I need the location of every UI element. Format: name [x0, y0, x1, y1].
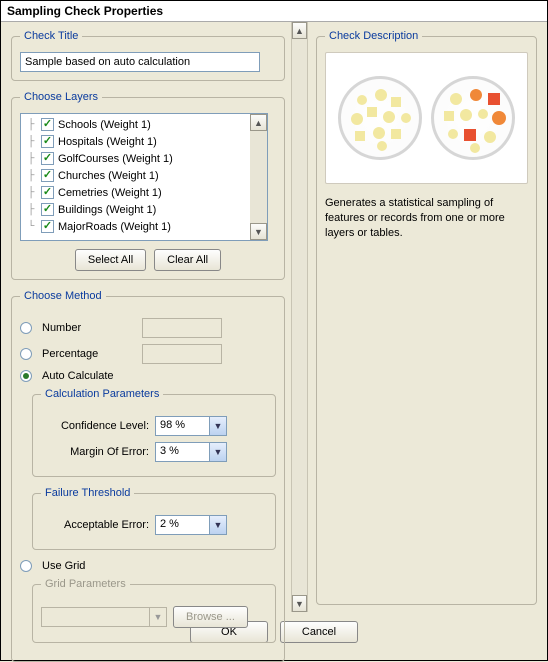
- radio-use-grid[interactable]: [20, 560, 32, 572]
- layer-list[interactable]: ├ Schools (Weight 1) ├ Hospitals (Weight 1)…: [20, 113, 268, 241]
- check-description-legend: Check Description: [325, 30, 422, 42]
- window-title: Sampling Check Properties: [1, 1, 547, 22]
- layer-checkbox[interactable]: [41, 186, 54, 199]
- layer-checkbox[interactable]: [41, 152, 54, 165]
- grid-params-legend: Grid Parameters: [41, 578, 130, 590]
- check-title-legend: Check Title: [20, 30, 82, 42]
- confidence-level-value: 98 %: [156, 417, 209, 435]
- layer-row[interactable]: ├ GolfCourses (Weight 1): [21, 150, 250, 167]
- layer-row[interactable]: ├ Churches (Weight 1): [21, 167, 250, 184]
- tree-line-icon: └: [25, 221, 37, 233]
- tree-line-icon: ├: [25, 153, 37, 165]
- scroll-down-icon[interactable]: ▼: [250, 223, 267, 240]
- choose-method-group: Choose Method Number Percentage Auto Cal…: [11, 290, 285, 662]
- check-title-group: Check Title: [11, 30, 285, 81]
- select-all-button[interactable]: Select All: [75, 249, 146, 271]
- failure-threshold-legend: Failure Threshold: [41, 487, 134, 499]
- layer-row[interactable]: ├ Cemetries (Weight 1): [21, 184, 250, 201]
- layer-label: Schools (Weight 1): [58, 119, 151, 131]
- layer-checkbox[interactable]: [41, 169, 54, 182]
- browse-button: Browse ...: [173, 606, 248, 628]
- layer-list-scrollbar[interactable]: ▲ ▼: [250, 114, 267, 240]
- margin-of-error-label: Margin Of Error:: [41, 446, 149, 458]
- failure-threshold-group: Failure Threshold Acceptable Error: 2 % …: [32, 487, 276, 550]
- chevron-down-icon[interactable]: ▼: [209, 417, 226, 435]
- tree-line-icon: ├: [25, 119, 37, 131]
- confidence-level-combo[interactable]: 98 % ▼: [155, 416, 227, 436]
- scroll-up-icon[interactable]: ▲: [292, 22, 307, 39]
- choose-layers-legend: Choose Layers: [20, 91, 102, 103]
- layer-row[interactable]: └ MajorRoads (Weight 1): [21, 218, 250, 235]
- radio-use-grid-label: Use Grid: [42, 560, 85, 572]
- check-description-text: Generates a statistical sampling of feat…: [325, 196, 528, 241]
- acceptable-error-value: 2 %: [156, 516, 209, 534]
- layer-row[interactable]: ├ Schools (Weight 1): [21, 116, 250, 133]
- tree-line-icon: ├: [25, 170, 37, 182]
- scroll-down-icon[interactable]: ▼: [292, 595, 307, 612]
- radio-auto-calculate-label: Auto Calculate: [42, 370, 114, 382]
- radio-number-label: Number: [42, 322, 132, 334]
- layer-checkbox[interactable]: [41, 220, 54, 233]
- layer-label: MajorRoads (Weight 1): [58, 221, 171, 233]
- calc-params-legend: Calculation Parameters: [41, 388, 163, 400]
- chevron-down-icon[interactable]: ▼: [209, 516, 226, 534]
- percentage-input: [142, 344, 222, 364]
- radio-percentage-label: Percentage: [42, 348, 132, 360]
- layer-label: GolfCourses (Weight 1): [58, 153, 173, 165]
- cancel-button[interactable]: Cancel: [280, 621, 358, 643]
- main-scrollbar[interactable]: ▲ ▼: [291, 22, 308, 612]
- description-illustration: [325, 52, 528, 184]
- layer-row[interactable]: ├ Hospitals (Weight 1): [21, 133, 250, 150]
- clear-all-button[interactable]: Clear All: [154, 249, 221, 271]
- grid-combo: ▼: [41, 607, 167, 627]
- check-title-input[interactable]: [20, 52, 260, 72]
- layer-label: Cemetries (Weight 1): [58, 187, 162, 199]
- layer-label: Hospitals (Weight 1): [58, 136, 157, 148]
- acceptable-error-combo[interactable]: 2 % ▼: [155, 515, 227, 535]
- layer-label: Buildings (Weight 1): [58, 204, 156, 216]
- scroll-up-icon[interactable]: ▲: [250, 114, 267, 131]
- confidence-level-label: Confidence Level:: [41, 420, 149, 432]
- number-input: [142, 318, 222, 338]
- margin-of-error-combo[interactable]: 3 % ▼: [155, 442, 227, 462]
- radio-auto-calculate[interactable]: [20, 370, 32, 382]
- choose-layers-group: Choose Layers ├ Schools (Weight 1) ├ Hospit…: [11, 91, 285, 280]
- grid-parameters-group: Grid Parameters ▼ Browse ...: [32, 578, 276, 643]
- chevron-down-icon: ▼: [149, 608, 166, 626]
- layer-checkbox[interactable]: [41, 118, 54, 131]
- acceptable-error-label: Acceptable Error:: [41, 519, 149, 531]
- radio-percentage[interactable]: [20, 348, 32, 360]
- chevron-down-icon[interactable]: ▼: [209, 443, 226, 461]
- margin-of-error-value: 3 %: [156, 443, 209, 461]
- tree-line-icon: ├: [25, 204, 37, 216]
- layer-checkbox[interactable]: [41, 135, 54, 148]
- tree-line-icon: ├: [25, 136, 37, 148]
- layer-label: Churches (Weight 1): [58, 170, 159, 182]
- radio-number[interactable]: [20, 322, 32, 334]
- choose-method-legend: Choose Method: [20, 290, 106, 302]
- petri-dish-right-icon: [431, 76, 515, 160]
- check-description-group: Check Description: [316, 30, 537, 605]
- petri-dish-left-icon: [338, 76, 422, 160]
- tree-line-icon: ├: [25, 187, 37, 199]
- layer-row[interactable]: ├ Buildings (Weight 1): [21, 201, 250, 218]
- layer-checkbox[interactable]: [41, 203, 54, 216]
- calculation-parameters-group: Calculation Parameters Confidence Level:…: [32, 388, 276, 477]
